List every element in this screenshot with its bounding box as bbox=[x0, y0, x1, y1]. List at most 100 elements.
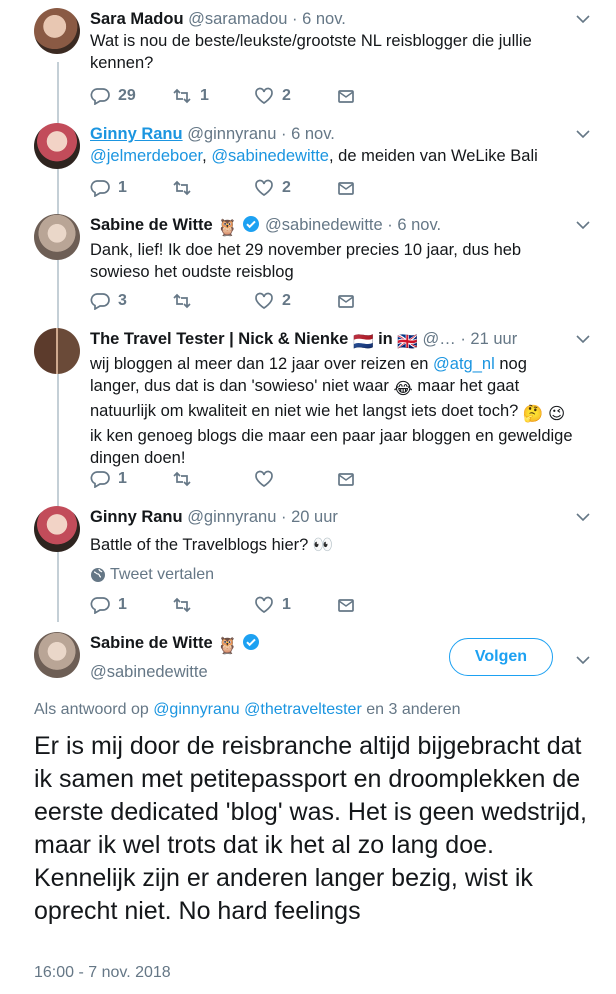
reply-button[interactable]: 1 bbox=[90, 470, 172, 488]
text-fragment: ik ken genoeg blogs die maar een paar ja… bbox=[90, 427, 573, 467]
like-button[interactable]: 2 bbox=[254, 179, 336, 197]
reply-count: 1 bbox=[118, 470, 127, 487]
thinking-emoji: 🤔 bbox=[522, 405, 544, 423]
heart-icon bbox=[255, 179, 273, 197]
tweet-time[interactable]: 6 nov. bbox=[291, 125, 335, 143]
avatar[interactable] bbox=[34, 632, 80, 678]
dm-button[interactable] bbox=[336, 292, 418, 310]
tweet-time[interactable]: 6 nov. bbox=[397, 216, 441, 234]
retweet-icon bbox=[173, 293, 191, 309]
tweet-actions: 3 2 bbox=[90, 291, 418, 311]
author-name[interactable]: Ginny Ranu bbox=[90, 508, 183, 526]
reply-icon bbox=[90, 597, 110, 614]
separator-dot: · bbox=[292, 10, 298, 28]
author-handle[interactable]: @saramadou bbox=[188, 10, 287, 28]
heart-icon bbox=[255, 87, 273, 105]
like-button[interactable]: 2 bbox=[254, 292, 336, 310]
dm-button[interactable] bbox=[336, 470, 418, 488]
avatar[interactable] bbox=[34, 8, 80, 54]
retweet-button[interactable] bbox=[172, 179, 254, 197]
text-fragment: , bbox=[202, 147, 212, 165]
envelope-icon bbox=[338, 295, 354, 308]
mention-link[interactable]: @jelmerdeboer bbox=[90, 147, 202, 165]
mention-link[interactable]: @thetraveltester bbox=[244, 701, 362, 718]
reply-count: 1 bbox=[118, 179, 127, 196]
like-count: 1 bbox=[282, 596, 291, 613]
chevron-down-icon[interactable] bbox=[576, 334, 590, 344]
retweet-icon bbox=[173, 597, 191, 613]
text-fragment: , de meiden van WeLike Bali bbox=[328, 147, 538, 165]
separator-dot: · bbox=[281, 508, 287, 526]
reply-count: 29 bbox=[118, 87, 136, 104]
author-handle[interactable]: @… bbox=[422, 330, 455, 348]
owl-emoji: 🦉 bbox=[217, 637, 238, 655]
owl-emoji: 🦉 bbox=[217, 219, 238, 237]
separator-dot: · bbox=[460, 330, 466, 348]
like-button[interactable]: 2 bbox=[254, 87, 336, 105]
tweet-time[interactable]: 21 uur bbox=[470, 330, 517, 348]
author-handle[interactable]: @ginnyranu bbox=[187, 125, 276, 143]
author-handle[interactable]: @ginnyranu bbox=[187, 508, 276, 526]
chevron-down-icon[interactable] bbox=[576, 129, 590, 139]
separator-dot: · bbox=[281, 125, 287, 143]
reply-icon bbox=[90, 471, 110, 488]
author-name[interactable]: Sara Madou bbox=[90, 10, 184, 28]
chevron-down-icon[interactable] bbox=[576, 655, 590, 665]
chevron-down-icon[interactable] bbox=[576, 14, 590, 24]
avatar[interactable] bbox=[34, 123, 80, 169]
retweet-icon bbox=[173, 88, 191, 104]
avatar[interactable] bbox=[34, 214, 80, 260]
retweet-count: 1 bbox=[200, 87, 209, 104]
author-name[interactable]: The Travel Tester | Nick & Nienke bbox=[90, 330, 348, 348]
tweet-actions: 1 1 bbox=[90, 595, 418, 615]
netherlands-flag-emoji: 🇳🇱 bbox=[352, 333, 374, 351]
heart-icon bbox=[255, 470, 273, 488]
like-count: 2 bbox=[282, 87, 291, 104]
envelope-icon bbox=[338, 90, 354, 103]
translate-link[interactable]: Tweet vertalen bbox=[90, 566, 580, 584]
dm-button[interactable] bbox=[336, 87, 418, 105]
main-tweet-text: Er is mij door de reisbranche altijd bij… bbox=[34, 732, 587, 925]
envelope-icon bbox=[338, 182, 354, 195]
tweet-actions: 1 2 bbox=[90, 178, 418, 198]
reply-button[interactable]: 3 bbox=[90, 292, 172, 310]
wink-emoji: 😉 bbox=[548, 405, 566, 423]
reply-button[interactable]: 1 bbox=[90, 179, 172, 197]
retweet-button[interactable] bbox=[172, 292, 254, 310]
uk-flag-emoji: 🇬🇧 bbox=[397, 333, 418, 351]
mention-link[interactable]: @ginnyranu bbox=[153, 701, 240, 718]
tweet-timestamp[interactable]: 16:00 - 7 nov. 2018 bbox=[34, 964, 171, 982]
like-count: 2 bbox=[282, 179, 291, 196]
reply-count: 3 bbox=[118, 292, 127, 309]
retweet-button[interactable] bbox=[172, 596, 254, 614]
text-fragment: Als antwoord op bbox=[34, 701, 154, 718]
retweet-icon bbox=[173, 180, 191, 196]
like-button[interactable] bbox=[254, 470, 336, 488]
tweet-actions: 29 1 2 bbox=[90, 86, 418, 106]
avatar[interactable] bbox=[34, 328, 80, 374]
tweet-time[interactable]: 20 uur bbox=[291, 508, 338, 526]
reply-icon bbox=[90, 293, 110, 310]
mention-link[interactable]: @sabinedewitte bbox=[211, 147, 329, 165]
author-name[interactable]: Sabine de Witte bbox=[90, 216, 213, 234]
reply-icon bbox=[90, 88, 110, 105]
author-handle[interactable]: @sabinedewitte bbox=[265, 216, 383, 234]
tweet-time[interactable]: 6 nov. bbox=[302, 10, 346, 28]
envelope-icon bbox=[338, 599, 354, 612]
follow-button[interactable]: Volgen bbox=[449, 638, 553, 676]
author-name[interactable]: Ginny Ranu bbox=[90, 125, 183, 143]
author-name[interactable]: Sabine de Witte bbox=[90, 634, 213, 652]
chevron-down-icon[interactable] bbox=[576, 220, 590, 230]
retweet-button[interactable] bbox=[172, 470, 254, 488]
author-handle[interactable]: @sabinedewitte bbox=[90, 663, 208, 681]
reply-button[interactable]: 1 bbox=[90, 596, 172, 614]
chevron-down-icon[interactable] bbox=[576, 512, 590, 522]
avatar[interactable] bbox=[34, 506, 80, 552]
verified-badge-icon bbox=[243, 634, 260, 650]
dm-button[interactable] bbox=[336, 179, 418, 197]
dm-button[interactable] bbox=[336, 596, 418, 614]
mention-link[interactable]: @atg_nl bbox=[433, 355, 495, 373]
retweet-button[interactable]: 1 bbox=[172, 87, 254, 105]
like-button[interactable]: 1 bbox=[254, 596, 336, 614]
reply-button[interactable]: 29 bbox=[90, 87, 172, 105]
